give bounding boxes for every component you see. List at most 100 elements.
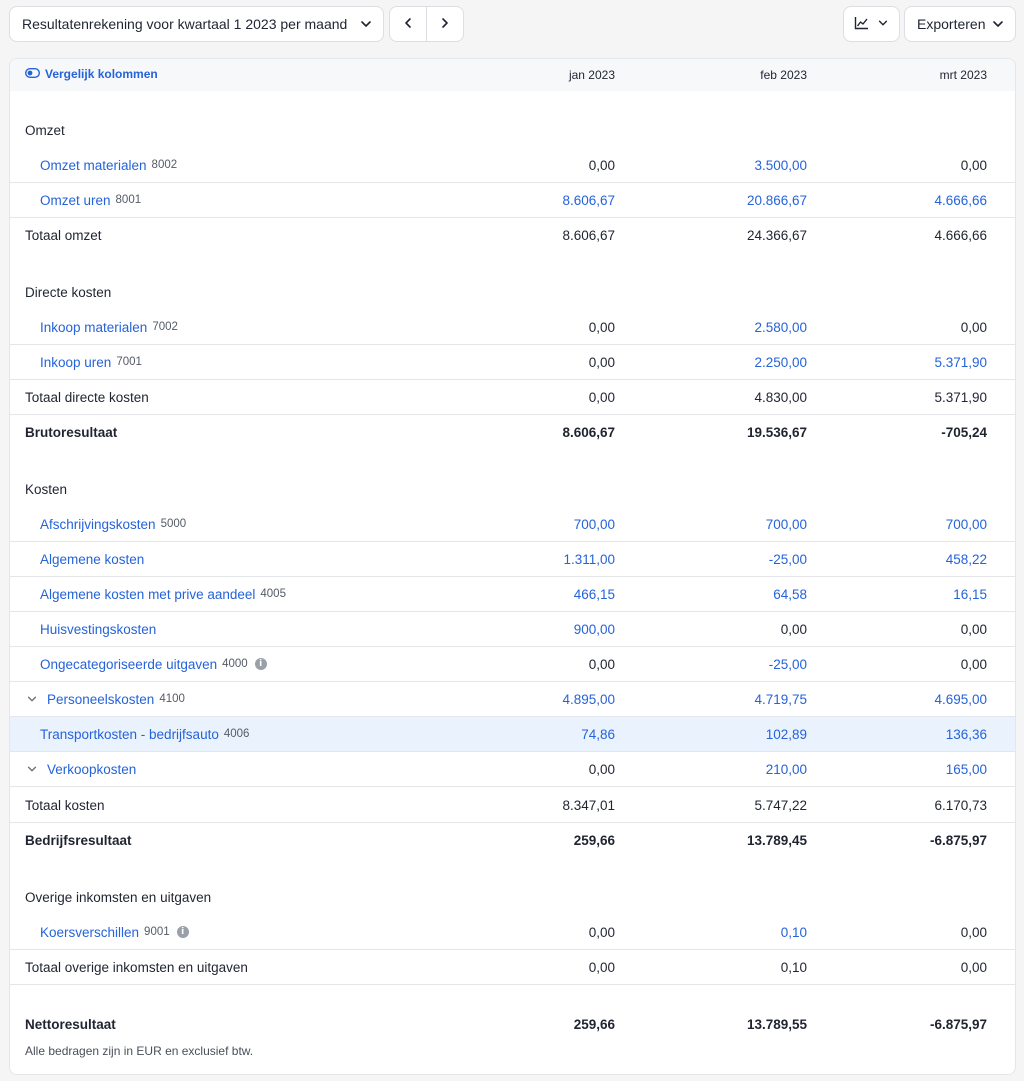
total-label: Totaal omzet xyxy=(25,228,102,243)
chevron-down-icon xyxy=(991,17,1005,34)
account-code: 9001 xyxy=(144,926,170,938)
chevron-down-icon xyxy=(877,16,889,32)
table-row[interactable]: Koersverschillen 9001 i 0,00 0,10 0,00 xyxy=(10,915,1015,950)
table-row-group[interactable]: Verkoopkosten 0,00 210,00 165,00 xyxy=(10,752,1015,787)
period-select-label: Resultatenrekening voor kwartaal 1 2023 … xyxy=(22,16,348,32)
account-name[interactable]: Omzet uren xyxy=(40,193,111,208)
cell-value-link[interactable]: 165,00 xyxy=(837,752,987,786)
cell-value-link[interactable]: 700,00 xyxy=(657,507,807,541)
cell-value: -6.875,97 xyxy=(929,1017,987,1032)
cell-value-link[interactable]: 4.719,75 xyxy=(657,682,807,716)
cell-value-link[interactable]: 8.606,67 xyxy=(465,183,615,217)
cell-value-link[interactable]: 3.500,00 xyxy=(657,148,807,182)
account-name[interactable]: Inkoop materialen xyxy=(40,320,147,335)
account-code: 4100 xyxy=(159,693,185,705)
cell-value-link[interactable]: 4.895,00 xyxy=(465,682,615,716)
account-name[interactable]: Verkoopkosten xyxy=(47,762,136,777)
cell-value: 8.606,67 xyxy=(562,228,615,243)
cell-value-link[interactable]: 700,00 xyxy=(465,507,615,541)
account-name[interactable]: Transportkosten - bedrijfsauto xyxy=(40,727,219,742)
account-name[interactable]: Koersverschillen xyxy=(40,925,139,940)
cell-value-link[interactable]: 2.580,00 xyxy=(657,310,807,344)
cell-value-link[interactable]: 64,58 xyxy=(657,577,807,611)
cell-value-link[interactable]: 4.695,00 xyxy=(837,682,987,716)
account-name[interactable]: Ongecategoriseerde uitgaven xyxy=(40,657,217,672)
table-row[interactable]: Huisvestingskosten 900,00 0,00 0,00 xyxy=(10,612,1015,647)
cell-value-link[interactable]: 16,15 xyxy=(837,577,987,611)
account-name[interactable]: Omzet materialen xyxy=(40,158,147,173)
table-row[interactable]: Transportkosten - bedrijfsauto 4006 74,86… xyxy=(10,717,1015,752)
account-name[interactable]: Algemene kosten xyxy=(40,552,144,567)
cell-value-link[interactable]: 102,89 xyxy=(657,717,807,751)
table-row[interactable]: Inkoop materialen 7002 0,00 2.580,00 0,00 xyxy=(10,310,1015,345)
cell-value-link[interactable]: 900,00 xyxy=(465,612,615,646)
previous-period-button[interactable] xyxy=(390,7,426,41)
cell-value: 0,00 xyxy=(588,924,615,940)
cell-value: 0,00 xyxy=(588,959,615,975)
cell-value: 0,00 xyxy=(588,389,615,405)
compare-columns-toggle[interactable]: Vergelijk kolommen xyxy=(24,67,158,81)
export-button[interactable]: Exporteren xyxy=(904,6,1016,42)
cell-value: 0,00 xyxy=(588,761,615,777)
next-period-button[interactable] xyxy=(427,7,463,41)
table-row-group[interactable]: Personeelskosten 4100 4.895,00 4.719,75 4… xyxy=(10,682,1015,717)
account-code: 7002 xyxy=(152,321,178,333)
cell-value-link[interactable]: 466,15 xyxy=(465,577,615,611)
nettoresultaat-row: Nettoresultaat 259,66 13.789,55 -6.875,9… xyxy=(10,1007,1015,1042)
account-name[interactable]: Afschrijvingskosten xyxy=(40,517,156,532)
cell-value-link[interactable]: -25,00 xyxy=(657,542,807,576)
table-row[interactable]: Ongecategoriseerde uitgaven 4000 i 0,00 -2… xyxy=(10,647,1015,682)
table-row[interactable]: Afschrijvingskosten 5000 700,00 700,00 70… xyxy=(10,507,1015,542)
cell-value: 5.747,22 xyxy=(754,797,807,813)
cell-value: 0,00 xyxy=(588,354,615,370)
account-name[interactable]: Algemene kosten met prive aandeel xyxy=(40,587,255,602)
account-code: 8002 xyxy=(151,159,178,171)
info-icon[interactable]: i xyxy=(254,658,267,670)
cell-value-link[interactable]: 2.250,00 xyxy=(657,345,807,379)
cell-value-link[interactable]: 4.666,66 xyxy=(837,183,987,217)
period-select[interactable]: Resultatenrekening voor kwartaal 1 2023 … xyxy=(9,6,384,42)
cell-value: 0,00 xyxy=(960,621,987,637)
cell-value-link[interactable]: 700,00 xyxy=(837,507,987,541)
chevron-down-icon[interactable] xyxy=(25,762,39,776)
cell-value: 259,66 xyxy=(573,1017,615,1032)
result-label: Nettoresultaat xyxy=(25,1017,116,1032)
period-navigation xyxy=(389,6,464,42)
chevron-right-icon xyxy=(438,16,452,33)
account-code: 8001 xyxy=(115,194,142,206)
cell-value-link[interactable]: 1.311,00 xyxy=(465,542,615,576)
table-row[interactable]: Inkoop uren 7001 0,00 2.250,00 5.371,90 xyxy=(10,345,1015,380)
cell-value: -705,24 xyxy=(941,425,987,440)
account-name[interactable]: Inkoop uren xyxy=(40,355,111,370)
account-code: 4006 xyxy=(223,728,250,740)
cell-value: 0,00 xyxy=(960,924,987,940)
cell-value-link[interactable]: 5.371,90 xyxy=(837,345,987,379)
account-code: 5000 xyxy=(160,518,187,530)
cell-value: 0,00 xyxy=(588,157,615,173)
info-icon[interactable]: i xyxy=(176,926,189,938)
cell-value: 0,00 xyxy=(960,157,987,173)
table-row[interactable]: Algemene kosten 1.311,00 -25,00 458,22 xyxy=(10,542,1015,577)
result-label: Bedrijfsresultaat xyxy=(25,833,132,848)
chart-view-button[interactable] xyxy=(843,6,900,42)
cell-value-link[interactable]: 20.866,67 xyxy=(657,183,807,217)
account-name[interactable]: Huisvestingskosten xyxy=(40,622,156,637)
column-header: feb 2023 xyxy=(760,68,807,82)
cell-value: 4.830,00 xyxy=(754,389,807,405)
cell-value-link[interactable]: 458,22 xyxy=(837,542,987,576)
chevron-down-icon[interactable] xyxy=(25,692,39,706)
cell-value-link[interactable]: 74,86 xyxy=(465,717,615,751)
cell-value: 13.789,55 xyxy=(746,1017,807,1032)
section-title: Overige inkomsten en uitgaven xyxy=(25,890,212,905)
account-code: 7001 xyxy=(116,356,142,368)
chevron-down-icon xyxy=(359,17,373,34)
cell-value-link[interactable]: 0,10 xyxy=(657,915,807,949)
account-name[interactable]: Personeelskosten xyxy=(47,692,154,707)
table-row[interactable]: Algemene kosten met prive aandeel 4005 46… xyxy=(10,577,1015,612)
cell-value-link[interactable]: 136,36 xyxy=(837,717,987,751)
cell-value-link[interactable]: 210,00 xyxy=(657,752,807,786)
table-row[interactable]: Omzet uren 8001 8.606,67 20.866,67 4.666,… xyxy=(10,183,1015,218)
section-title-directe-kosten: Directe kosten xyxy=(10,275,1015,310)
table-row[interactable]: Omzet materialen 8002 0,00 3.500,00 0,00 xyxy=(10,148,1015,183)
cell-value-link[interactable]: -25,00 xyxy=(657,647,807,681)
